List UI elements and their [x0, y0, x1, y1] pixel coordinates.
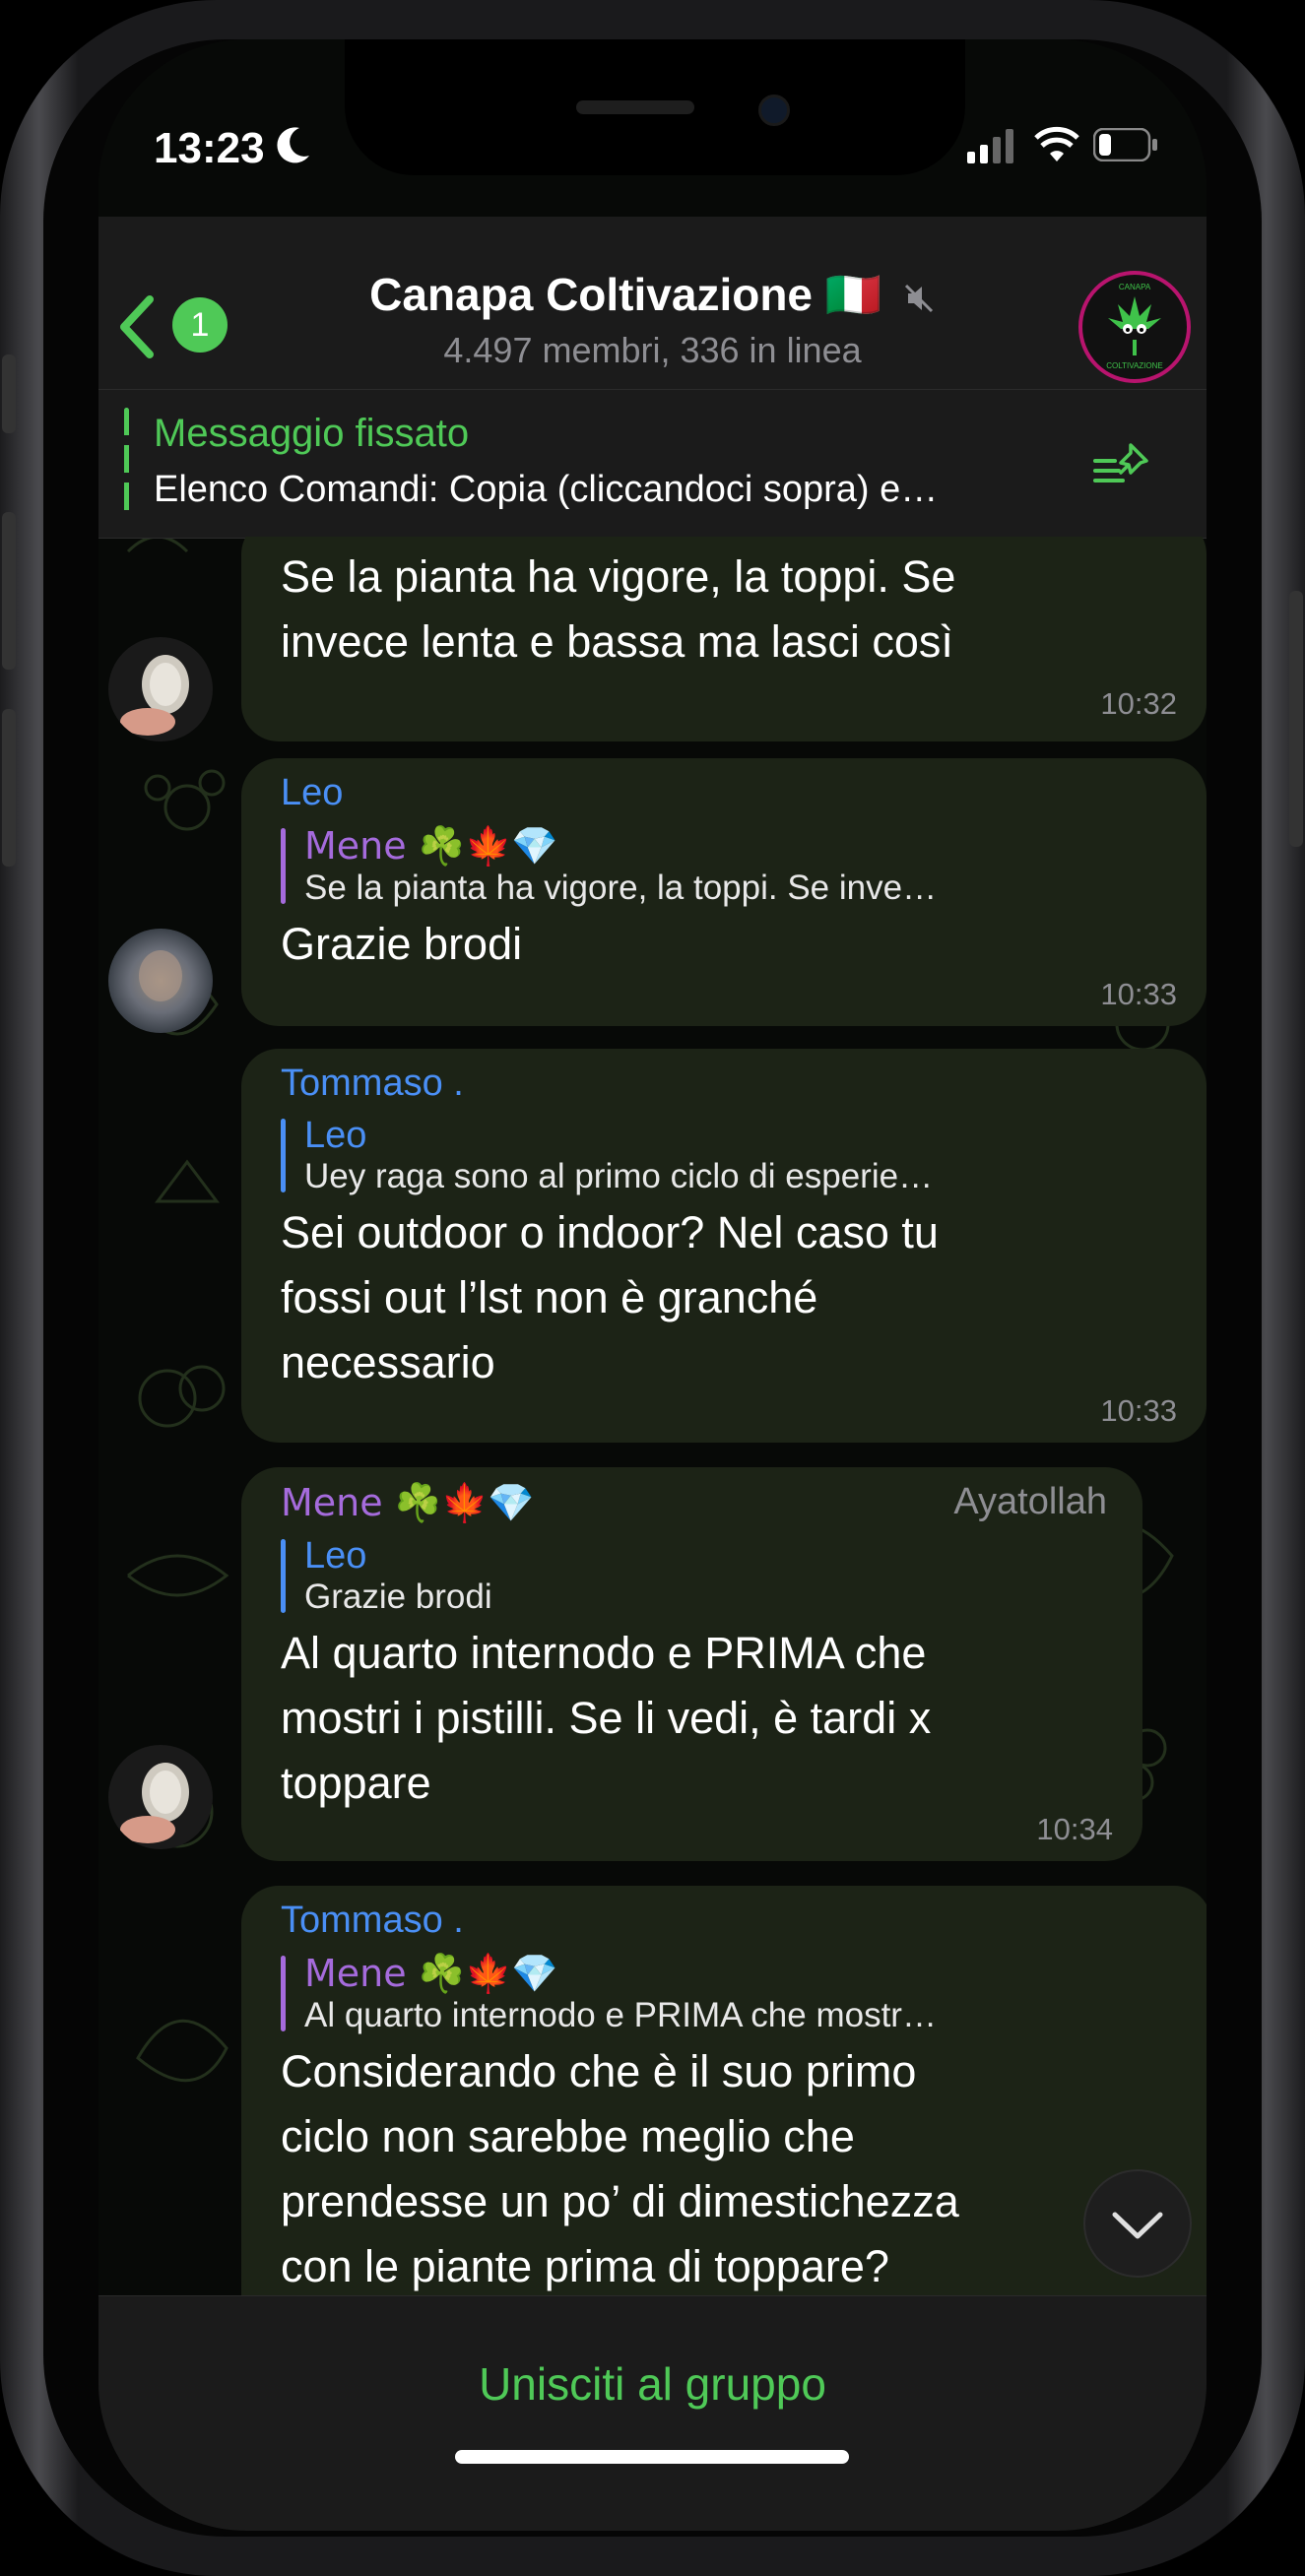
reply-text: Se la pianta ha vigore, la toppi. Se inv… — [304, 869, 938, 907]
wifi-icon — [1034, 126, 1079, 168]
sender-name: Tommaso . — [281, 1900, 464, 1941]
reply-name: Mene ☘️🍁💎 — [304, 824, 558, 868]
signal-icon — [967, 128, 1016, 168]
message-text: Sei outdoor o indoor? Nel caso tu fossi … — [281, 1200, 1167, 1395]
reply-name: Leo — [304, 1535, 367, 1577]
message-line: necessario — [281, 1337, 495, 1387]
power-button — [1289, 591, 1303, 847]
pinned-message[interactable]: Messaggio fissato Elenco Comandi: Copia … — [98, 389, 1207, 539]
chat-header: 1 Canapa Coltivazione 🇮🇹 4.497 membri, 3… — [98, 217, 1207, 389]
avatar-text-top: CANAPA — [1118, 283, 1151, 291]
message-time: 10:33 — [1100, 1393, 1177, 1428]
join-bar: Unisciti al gruppo — [98, 2295, 1207, 2531]
volume-down-button — [2, 709, 16, 867]
sender-name: Leo — [281, 772, 344, 813]
message-line: Considerando che è il suo primo — [281, 2046, 917, 2096]
group-avatar[interactable]: CANAPA COLTIVAZIONE — [1078, 271, 1191, 383]
message-line: Se la pianta ha vigore, la toppi. Se — [281, 551, 956, 602]
sender-name: Tommaso . — [281, 1063, 464, 1104]
volume-up-button — [2, 512, 16, 670]
message-time: 10:32 — [1100, 686, 1177, 721]
pinned-text: Elenco Comandi: Copia (cliccandoci sopra… — [154, 469, 939, 510]
front-camera — [758, 95, 790, 126]
reply-preview[interactable]: Leo Grazie brodi — [281, 1535, 1053, 1617]
message-bubble[interactable]: Mene ☘️🍁💎 Ayatollah Leo Grazie brodi Al … — [241, 1467, 1142, 1861]
message-line: invece lenta e bassa ma lasci così — [281, 616, 953, 667]
avatar-mene[interactable] — [108, 1745, 213, 1849]
pinned-indicator — [124, 408, 129, 516]
reply-text: Al quarto internodo e PRIMA che mostr… — [304, 1996, 937, 2034]
reply-text: Grazie brodi — [304, 1578, 492, 1616]
message-line: fossi out l’lst non è granché — [281, 1272, 818, 1322]
message-line: toppare — [281, 1758, 431, 1808]
reply-preview[interactable]: Mene ☘️🍁💎 Se la pianta ha vigore, la top… — [281, 824, 1082, 908]
message-line: con le piante prima di toppare? — [281, 2241, 889, 2291]
silent-switch — [2, 354, 16, 433]
message-bubble[interactable]: Tommaso . Mene ☘️🍁💎 Al quarto internodo … — [241, 1886, 1207, 2296]
reply-preview[interactable]: Leo Uey raga sono al primo ciclo di espe… — [281, 1115, 1082, 1196]
message-bubble[interactable]: Se la pianta ha vigore, la toppi. Se inv… — [241, 537, 1207, 741]
message-bubble[interactable]: Tommaso . Leo Uey raga sono al primo cic… — [241, 1049, 1207, 1443]
status-time: 13:23 — [154, 124, 265, 172]
reply-name: Mene ☘️🍁💎 — [304, 1952, 558, 1995]
reply-text: Uey raga sono al primo ciclo di esperie… — [304, 1157, 934, 1195]
join-group-button[interactable]: Unisciti al gruppo — [98, 2357, 1207, 2411]
member-rank: Ayatollah — [953, 1481, 1107, 1522]
message-text: Considerando che è il suo primo ciclo no… — [281, 2039, 1172, 2296]
phone-frame: 13:23 1 Canapa Coltivazione 🇮🇹 4.497 mem… — [0, 0, 1305, 2576]
message-line: Al quarto internodo e PRIMA che — [281, 1628, 927, 1678]
message-bubble[interactable]: Leo Mene ☘️🍁💎 Se la pianta ha vigore, la… — [241, 758, 1207, 1026]
avatar-text-bottom: COLTIVAZIONE — [1106, 361, 1163, 370]
battery-icon — [1092, 127, 1158, 166]
speaker — [576, 100, 694, 114]
reply-preview[interactable]: Mene ☘️🍁💎 Al quarto internodo e PRIMA ch… — [281, 1952, 1082, 2035]
message-text: Se la pianta ha vigore, la toppi. Se inv… — [281, 545, 1167, 675]
message-time: 10:33 — [1100, 977, 1177, 1011]
chat-subtitle: 4.497 membri, 336 in linea — [443, 330, 862, 370]
moon-icon — [276, 126, 311, 170]
chat-title-text: Canapa Coltivazione 🇮🇹 — [369, 269, 882, 320]
chat-title[interactable]: Canapa Coltivazione 🇮🇹 — [98, 268, 1207, 322]
message-text: Al quarto internodo e PRIMA che mostri i… — [281, 1621, 1103, 1816]
message-time: 10:34 — [1036, 1812, 1113, 1846]
message-line: Sei outdoor o indoor? Nel caso tu — [281, 1207, 939, 1257]
message-line: prendesse un po’ di dimestichezza — [281, 2176, 959, 2226]
pin-list-icon[interactable] — [1093, 441, 1152, 495]
avatar-mene[interactable] — [108, 637, 213, 741]
scroll-to-bottom-button[interactable] — [1083, 2169, 1192, 2278]
chevron-down-icon — [1112, 2212, 1163, 2239]
reply-name: Leo — [304, 1115, 367, 1156]
message-text: Grazie brodi — [281, 912, 1167, 977]
screen: 13:23 1 Canapa Coltivazione 🇮🇹 4.497 mem… — [98, 39, 1207, 2531]
message-list[interactable]: Se la pianta ha vigore, la toppi. Se inv… — [98, 537, 1207, 2296]
pinned-title: Messaggio fissato — [154, 412, 470, 455]
message-line: mostri i pistilli. Se li vedi, è tardi x — [281, 1693, 932, 1743]
home-indicator[interactable] — [455, 2450, 849, 2464]
notch — [345, 39, 965, 175]
status-bar: 13:23 — [98, 39, 1207, 207]
message-line: Grazie brodi — [281, 919, 523, 969]
message-line: ciclo non sarebbe meglio che — [281, 2111, 855, 2161]
avatar-leo[interactable] — [108, 929, 213, 1033]
muted-icon — [904, 284, 933, 312]
